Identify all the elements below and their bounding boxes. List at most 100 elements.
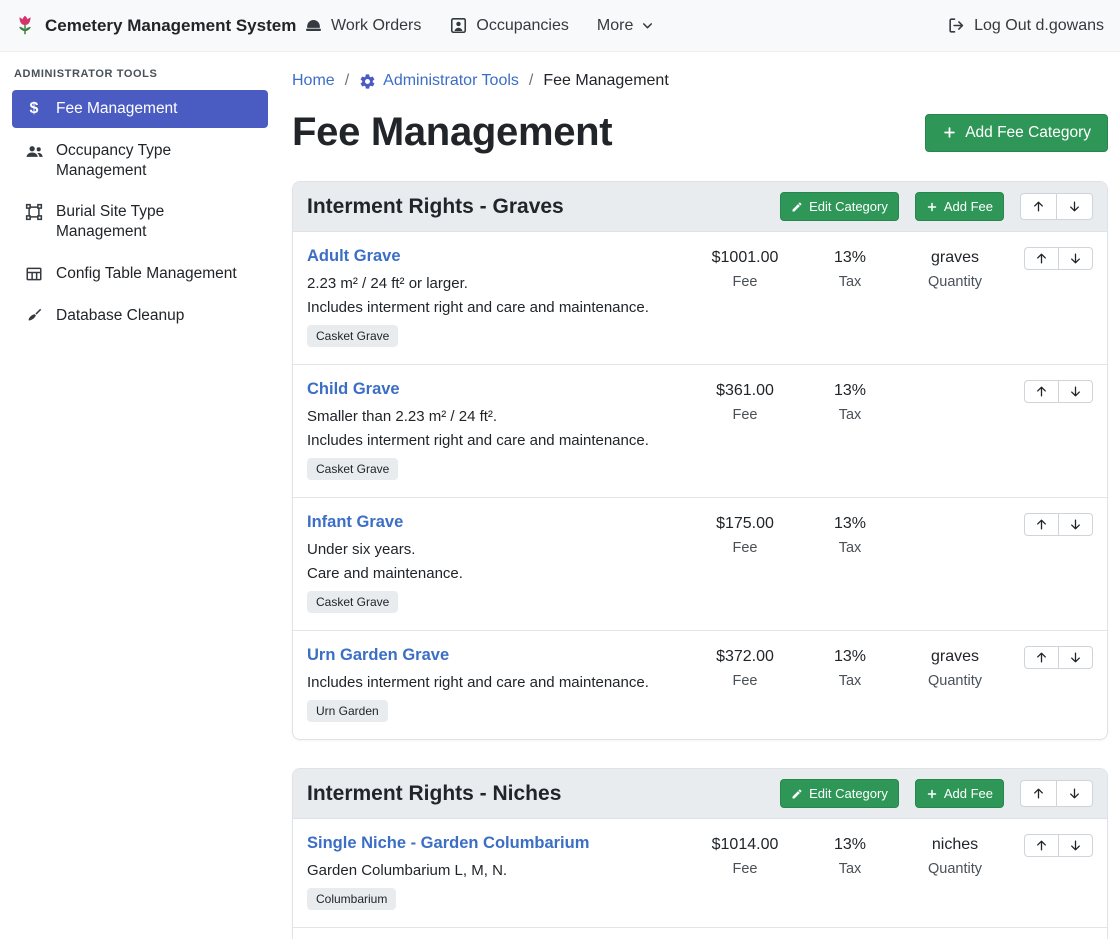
category-title: Interment Rights - Graves — [307, 195, 780, 219]
fee-type-badge: Casket Grave — [307, 458, 398, 480]
tax-value: 13% — [800, 648, 900, 666]
breadcrumb-home-link[interactable]: Home — [292, 72, 335, 90]
main-nav: Work Orders Occupancies More — [304, 16, 654, 35]
fee-column: $372.00 Fee — [690, 646, 800, 689]
move-fee-up-button[interactable] — [1024, 513, 1059, 536]
hard-hat-icon — [304, 16, 323, 35]
sidebar-item-label: Burial Site Type Management — [56, 202, 256, 242]
fee-description: Includes interment right and care and ma… — [307, 674, 680, 691]
tax-label: Tax — [800, 861, 900, 877]
fee-category-header: Interment Rights - Graves Edit Category … — [293, 182, 1107, 232]
nav-item-more[interactable]: More — [597, 17, 654, 35]
sidebar-item-database-cleanup[interactable]: Database Cleanup — [12, 297, 268, 335]
fee-reorder-group — [1024, 646, 1093, 669]
fee-row: Infant Grave Under six years.Care and ma… — [293, 498, 1107, 631]
tax-value: 13% — [800, 249, 900, 267]
fee-category-card: Interment Rights - Graves Edit Category … — [292, 181, 1108, 740]
quantity-column: graves Quantity — [900, 247, 1010, 290]
fee-name-link[interactable]: Single Niche - Garden Columbarium — [307, 834, 589, 853]
fee-name-link[interactable]: Child Grave — [307, 380, 400, 399]
move-fee-down-button[interactable] — [1058, 646, 1093, 669]
category-title: Interment Rights - Niches — [307, 782, 780, 806]
fee-amount: $1014.00 — [690, 836, 800, 854]
edit-category-label: Edit Category — [809, 199, 888, 214]
sidebar-item-label: Database Cleanup — [56, 306, 184, 326]
tax-value: 13% — [800, 515, 900, 533]
quantity-column — [900, 380, 1010, 389]
fee-description: Garden Columbarium L, M, N. — [307, 862, 680, 879]
move-fee-down-button[interactable] — [1058, 247, 1093, 270]
move-category-up-button[interactable] — [1020, 193, 1057, 220]
fee-row: Single Niche - Garden Columbarium Garden… — [293, 819, 1107, 928]
fee-label: Fee — [690, 540, 800, 556]
add-fee-label: Add Fee — [944, 786, 993, 801]
add-fee-category-button[interactable]: Add Fee Category — [925, 114, 1108, 152]
tax-column: 13% Tax — [800, 834, 900, 877]
fee-description: Care and maintenance. — [307, 565, 680, 582]
table-icon — [24, 265, 44, 283]
breadcrumb-separator: / — [529, 72, 533, 90]
plus-icon — [926, 788, 938, 800]
fee-reorder-group — [1024, 247, 1093, 270]
category-reorder-group — [1020, 780, 1093, 807]
sidebar-item-fee-management[interactable]: $ Fee Management — [12, 90, 268, 128]
move-fee-up-button[interactable] — [1024, 247, 1059, 270]
fee-name-link[interactable]: Infant Grave — [307, 513, 403, 532]
sidebar-item-burial-site-type-management[interactable]: Burial Site Type Management — [12, 193, 268, 251]
fee-label: Fee — [690, 861, 800, 877]
fee-column: $175.00 Fee — [690, 513, 800, 556]
add-fee-button[interactable]: Add Fee — [915, 779, 1004, 808]
fee-name-link[interactable]: Adult Grave — [307, 247, 401, 266]
category-reorder-group — [1020, 193, 1093, 220]
add-fee-category-label: Add Fee Category — [965, 124, 1091, 142]
move-fee-down-button[interactable] — [1058, 834, 1093, 857]
gear-icon — [359, 73, 376, 90]
add-fee-button[interactable]: Add Fee — [915, 192, 1004, 221]
fee-details: Infant Grave Under six years.Care and ma… — [307, 513, 690, 613]
move-fee-up-button[interactable] — [1024, 834, 1059, 857]
move-category-down-button[interactable] — [1056, 780, 1093, 807]
move-category-up-button[interactable] — [1020, 780, 1057, 807]
app-brand[interactable]: Cemetery Management System — [14, 15, 304, 37]
fee-row: Companion Niche - Garden Columbarium Gar… — [293, 928, 1107, 939]
fee-descriptions: Includes interment right and care and ma… — [307, 674, 680, 691]
nav-item-work-orders[interactable]: Work Orders — [304, 16, 421, 35]
fee-label: Fee — [690, 673, 800, 689]
move-fee-down-button[interactable] — [1058, 380, 1093, 403]
fee-description: Includes interment right and care and ma… — [307, 432, 680, 449]
sidebar-item-occupancy-type-management[interactable]: Occupancy Type Management — [12, 132, 268, 190]
chevron-down-icon — [641, 19, 654, 32]
fee-name-link[interactable]: Urn Garden Grave — [307, 646, 449, 665]
edit-category-button[interactable]: Edit Category — [780, 779, 899, 808]
fee-description: Smaller than 2.23 m² / 24 ft². — [307, 408, 680, 425]
move-fee-up-button[interactable] — [1024, 380, 1059, 403]
sidebar-item-config-table-management[interactable]: Config Table Management — [12, 255, 268, 293]
vector-square-icon — [24, 203, 44, 221]
add-fee-label: Add Fee — [944, 199, 993, 214]
tax-column: 13% Tax — [800, 646, 900, 689]
quantity-column: niches Quantity — [900, 834, 1010, 877]
fee-descriptions: Smaller than 2.23 m² / 24 ft². Includes i… — [307, 408, 680, 449]
move-fee-down-button[interactable] — [1058, 513, 1093, 536]
nav-item-occupancies[interactable]: Occupancies — [449, 16, 569, 35]
fee-reorder-group — [1024, 834, 1093, 857]
fee-description: Includes interment right and care and ma… — [307, 299, 680, 316]
logout-button[interactable]: Log Out d.gowans — [947, 16, 1104, 35]
quantity-label: Quantity — [900, 861, 1010, 877]
breadcrumb-admin-tools-link[interactable]: Administrator Tools — [359, 72, 519, 90]
tulip-logo-icon — [14, 15, 36, 37]
quantity-label: Quantity — [900, 274, 1010, 290]
main-content: Home / Administrator Tools / Fee Managem… — [280, 52, 1120, 939]
fee-row: Child Grave Smaller than 2.23 m² / 24 ft… — [293, 365, 1107, 498]
move-fee-up-button[interactable] — [1024, 646, 1059, 669]
fee-column: $1001.00 Fee — [690, 247, 800, 290]
fee-type-badge: Urn Garden — [307, 700, 388, 722]
edit-category-button[interactable]: Edit Category — [780, 192, 899, 221]
nav-label: Occupancies — [476, 17, 569, 35]
move-category-down-button[interactable] — [1056, 193, 1093, 220]
tax-value: 13% — [800, 836, 900, 854]
tax-label: Tax — [800, 274, 900, 290]
quantity-value: graves — [900, 249, 1010, 267]
fee-label: Fee — [690, 407, 800, 423]
nav-label: More — [597, 17, 633, 35]
